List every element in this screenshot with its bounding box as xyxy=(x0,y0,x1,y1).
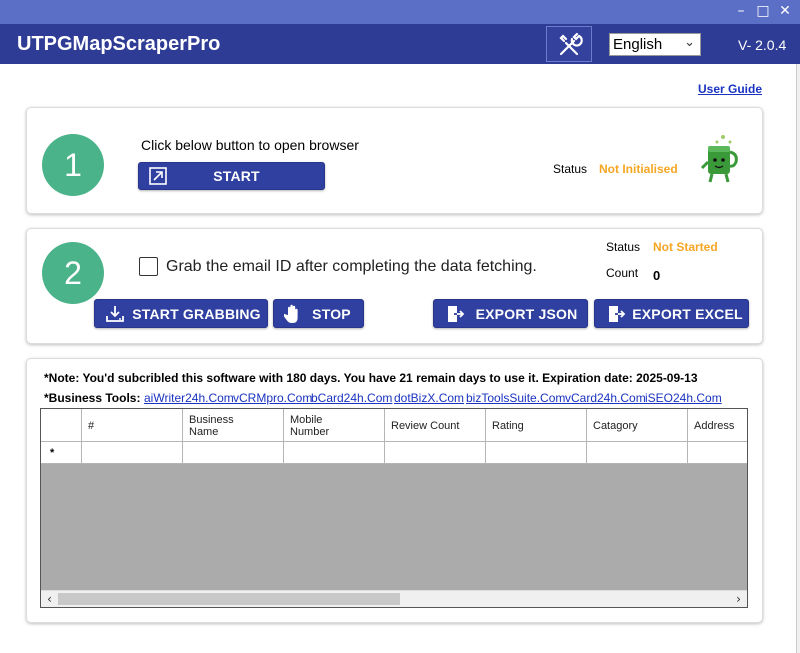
start-button-label: START xyxy=(213,168,260,184)
step1-card xyxy=(26,107,763,214)
hand-stop-icon xyxy=(282,304,304,324)
step2-number: 2 xyxy=(42,242,104,304)
grab-email-label[interactable]: Grab the email ID after completing the d… xyxy=(166,258,537,276)
grid-corner-header xyxy=(41,409,82,442)
scroll-left-icon[interactable]: ‹ xyxy=(41,591,58,607)
start-button[interactable]: START xyxy=(138,162,325,190)
grid-cell[interactable] xyxy=(82,442,183,464)
start-grabbing-label: START GRABBING xyxy=(132,305,261,322)
step1-status-value: Not Initialised xyxy=(599,162,678,176)
stop-label: STOP xyxy=(312,305,351,322)
open-external-icon xyxy=(147,166,169,186)
grab-email-checkbox[interactable] xyxy=(139,257,158,276)
close-icon[interactable]: ✕ xyxy=(776,2,794,20)
stop-button[interactable]: STOP xyxy=(273,299,364,328)
grid-header-mobile-number[interactable]: Mobile Number xyxy=(284,409,385,442)
tools-icon xyxy=(559,32,583,56)
grid-header-rating[interactable]: Rating xyxy=(486,409,587,442)
tool-link-vcrmpro[interactable]: vCRMpro.Com xyxy=(233,391,312,405)
export-icon xyxy=(605,304,627,324)
business-tools-label: *Business Tools: xyxy=(44,391,141,405)
subscription-note: *Note: You'd subcribled this software wi… xyxy=(44,371,698,385)
minimize-icon[interactable]: – xyxy=(732,2,750,20)
horizontal-scrollbar[interactable]: ‹ › xyxy=(41,590,747,607)
export-json-label: EXPORT JSON xyxy=(475,305,578,322)
user-guide-link[interactable]: User Guide xyxy=(698,82,762,96)
tool-link-dotbizx[interactable]: dotBizX.Com xyxy=(394,391,464,405)
settings-button[interactable] xyxy=(546,26,592,62)
count-label: Count xyxy=(606,266,639,280)
tool-link-vcard[interactable]: vCard24h.Com xyxy=(565,391,646,405)
scrollbar-thumb[interactable] xyxy=(58,593,400,605)
export-icon xyxy=(444,304,466,324)
count-value: 0 xyxy=(653,268,661,283)
grid-header-review-count[interactable]: Review Count xyxy=(385,409,486,442)
step1-status-label: Status xyxy=(553,162,588,176)
step2-status-value: Not Started xyxy=(653,240,718,254)
version-label: V- 2.0.4 xyxy=(738,37,787,53)
start-grabbing-button[interactable]: START GRABBING xyxy=(94,299,268,328)
export-excel-label: EXPORT EXCEL xyxy=(632,305,743,322)
language-select[interactable]: English ⌄ xyxy=(609,33,701,56)
maximize-icon[interactable]: □ xyxy=(754,2,772,20)
export-excel-button[interactable]: EXPORT EXCEL xyxy=(594,299,749,328)
grid-new-row-marker: * xyxy=(41,442,82,464)
step1-number: 1 xyxy=(42,134,104,196)
results-grid[interactable]: # Business Name Mobile Number Review Cou… xyxy=(40,408,748,608)
grid-cell[interactable] xyxy=(688,442,747,464)
grid-header-index[interactable]: # xyxy=(82,409,183,442)
tool-link-iseo[interactable]: iSEO24h.Com xyxy=(645,391,722,405)
language-value: English xyxy=(613,36,663,53)
app-title: UTPGMapScraperPro xyxy=(17,33,221,55)
mascot-icon xyxy=(700,132,740,188)
grid-cell[interactable] xyxy=(486,442,587,464)
grid-header-category[interactable]: Catagory xyxy=(587,409,688,442)
grid-header-address[interactable]: Address xyxy=(688,409,747,442)
grid-cell[interactable] xyxy=(183,442,284,464)
tool-link-bcard[interactable]: bCard24h.Com xyxy=(311,391,392,405)
chevron-down-icon: ⌄ xyxy=(684,35,695,50)
scroll-right-icon[interactable]: › xyxy=(730,591,747,607)
app-header: UTPGMapScraperPro English ⌄ V- 2.0.4 xyxy=(0,24,800,64)
export-json-button[interactable]: EXPORT JSON xyxy=(433,299,588,328)
grid-cell[interactable] xyxy=(587,442,688,464)
step1-instruction: Click below button to open browser xyxy=(141,137,359,153)
download-tray-icon xyxy=(104,304,126,324)
window-titlebar: – □ ✕ xyxy=(0,0,800,24)
step2-status-label: Status xyxy=(606,240,641,254)
tool-link-biztoolssuite[interactable]: bizToolsSuite.Com xyxy=(466,391,565,405)
grid-cell[interactable] xyxy=(385,442,486,464)
grid-header-business-name[interactable]: Business Name xyxy=(183,409,284,442)
tool-link-aiwriter[interactable]: aiWriter24h.Com xyxy=(144,391,234,405)
grid-cell[interactable] xyxy=(284,442,385,464)
